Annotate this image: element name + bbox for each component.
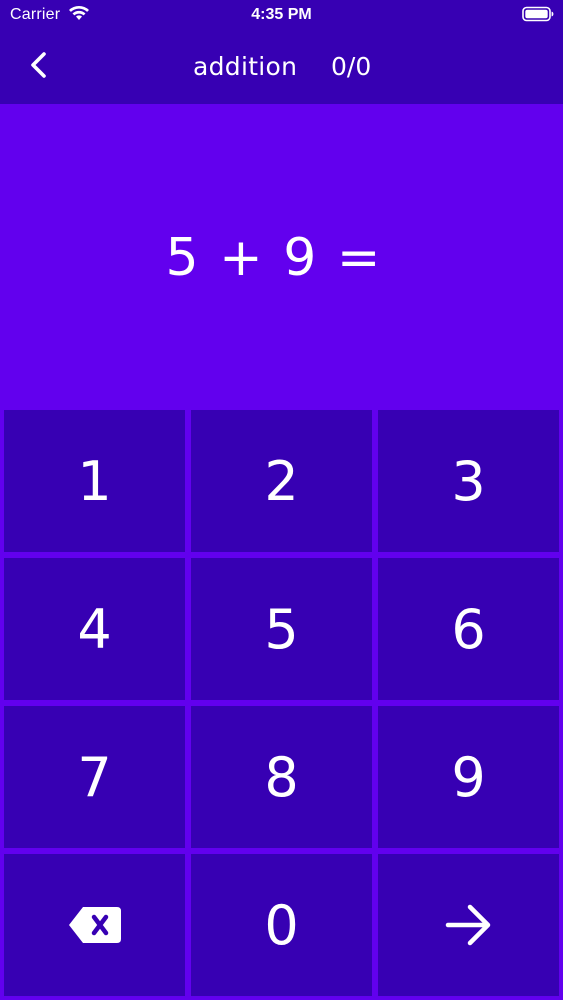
question-text: 5 + 9 = [165,228,383,288]
key-8[interactable]: 8 [191,706,372,848]
backspace-icon [68,907,121,943]
nav-bar: addition 0/0 [0,36,563,96]
chevron-left-icon[interactable] [22,48,56,82]
number-keypad: 1 2 3 4 5 6 7 8 9 0 [0,406,563,1000]
backspace-key[interactable] [4,854,185,996]
arrow-right-icon [445,904,490,946]
battery-icon [522,6,554,22]
mode-title: addition [193,52,298,81]
key-2[interactable]: 2 [191,410,372,552]
key-3[interactable]: 3 [378,410,559,552]
key-9[interactable]: 9 [378,706,559,848]
submit-key[interactable] [378,854,559,996]
top-bar: Carrier 4:35 PM addition 0/0 [0,0,563,104]
key-7[interactable]: 7 [4,706,185,848]
key-1[interactable]: 1 [4,410,185,552]
math-practice-screen: Carrier 4:35 PM addition 0/0 5 + 9 = 1 2… [0,0,563,1000]
key-0[interactable]: 0 [191,854,372,996]
key-4[interactable]: 4 [4,558,185,700]
key-6[interactable]: 6 [378,558,559,700]
status-bar: Carrier 4:35 PM [0,0,563,30]
key-5[interactable]: 5 [191,558,372,700]
question-area: 5 + 9 = [0,104,563,406]
score-counter: 0/0 [331,52,372,81]
status-time: 4:35 PM [251,6,312,23]
